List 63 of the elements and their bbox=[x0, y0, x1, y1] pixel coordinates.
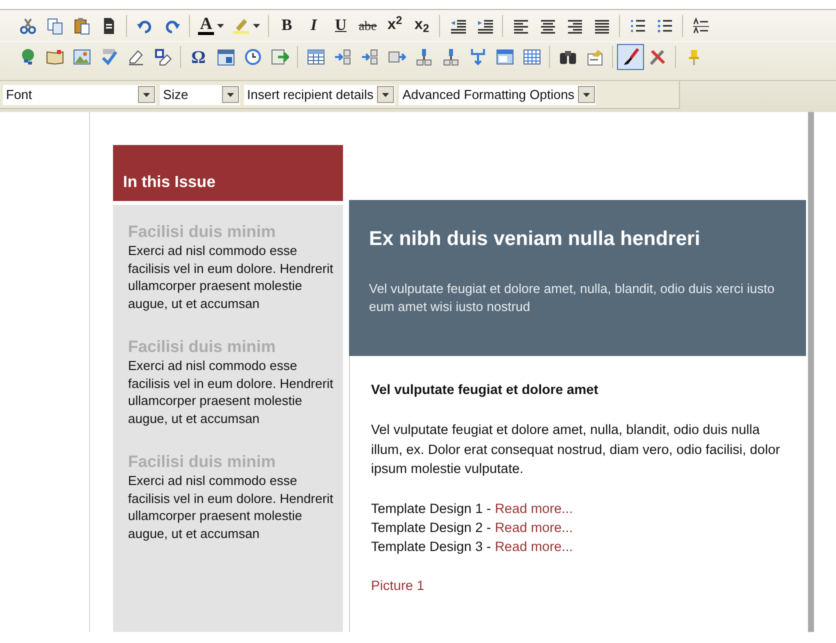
toolbar-button[interactable]: I bbox=[300, 12, 328, 38]
read-more-link[interactable]: Read more... bbox=[494, 500, 573, 516]
article-paragraph: Vel vulputate feugiat et dolore amet, nulla, blandit, odio duis nulla illum, ex. Dolor erat consequat nostrud, diam vero, odio facilisi, dolor ipsum molestie vulputate. bbox=[371, 421, 781, 478]
sidebar-header: In this Issue bbox=[113, 145, 343, 201]
banner-text: Vel vulputate feugiat et dolore amet, nulla, blandit, odio duis xerci iusto eum amet wisi iusto nostrud bbox=[369, 280, 776, 316]
item-summary: Exerci ad nisl commodo esse facilisis vel in eum dolore. Hendrerit ullamcorper praesent molestie augue, ut et accumsan bbox=[128, 357, 334, 427]
spellcheck-icon bbox=[100, 48, 118, 66]
table-icon bbox=[306, 48, 324, 66]
binoculars-icon bbox=[558, 48, 576, 66]
insert-column-icon bbox=[360, 48, 378, 66]
dropdown-button[interactable] bbox=[377, 86, 394, 103]
clipboard-icon bbox=[72, 16, 90, 34]
template-link-line: Template Design 2 - Read more... bbox=[371, 518, 573, 537]
merge-cell-icon bbox=[468, 48, 486, 66]
image-icon bbox=[72, 48, 90, 66]
copy-icon bbox=[46, 16, 64, 34]
caret-icon bbox=[253, 24, 260, 28]
table-properties-icon bbox=[496, 48, 514, 66]
toolbar-button[interactable]: abe bbox=[354, 12, 382, 38]
eraser-icon bbox=[126, 48, 144, 66]
caret-icon bbox=[227, 92, 234, 96]
caret-icon bbox=[583, 92, 590, 96]
read-more-link[interactable]: Read more... bbox=[494, 520, 573, 535]
scissors-icon bbox=[18, 16, 36, 34]
toolbar-button[interactable]: B bbox=[273, 12, 300, 38]
caret-icon bbox=[217, 24, 224, 28]
clock-icon bbox=[244, 48, 262, 66]
article-heading: Vel vulputate feugiat et dolore amet bbox=[371, 381, 600, 399]
media-icon bbox=[270, 48, 288, 66]
brush-icon bbox=[622, 48, 640, 66]
caret-icon bbox=[143, 92, 150, 96]
caret-icon bbox=[382, 92, 390, 96]
dropdown-field[interactable]: Size bbox=[160, 84, 240, 104]
insert-column-icon bbox=[334, 48, 352, 66]
styles-icon bbox=[692, 16, 710, 34]
template-link-line: Template Design 3 - Read more... bbox=[371, 538, 573, 556]
dropdown-field[interactable]: Advanced Formatting Options bbox=[399, 84, 596, 104]
toolbar-button[interactable]: U bbox=[327, 12, 354, 38]
dropdown-button[interactable] bbox=[578, 86, 596, 103]
toolbar-button[interactable]: x$^{2}$ bbox=[381, 12, 408, 38]
toolbar-button[interactable]: Ω bbox=[185, 44, 212, 70]
toolbar-button[interactable] bbox=[617, 44, 644, 70]
toolbar-button[interactable]: A bbox=[194, 12, 228, 38]
calendar-icon bbox=[216, 48, 234, 66]
bullet-list-icon bbox=[656, 16, 674, 34]
split-cell-icon bbox=[414, 48, 432, 66]
book-icon bbox=[46, 48, 64, 66]
banner-title: Ex nibh duis veniam nulla hendreri bbox=[369, 227, 702, 252]
paste-word-icon bbox=[154, 48, 172, 66]
read-more-link[interactable]: Read more... bbox=[494, 538, 573, 554]
cell-properties-icon bbox=[522, 48, 540, 66]
picture-caption[interactable]: Picture 1 bbox=[371, 576, 785, 596]
dropdown-field[interactable]: Font bbox=[3, 84, 156, 104]
split-cell-icon bbox=[442, 48, 460, 66]
template-link-line: Template Design 1 - Read more... bbox=[371, 500, 573, 518]
dropdown-button[interactable] bbox=[222, 86, 239, 103]
template-icon bbox=[586, 48, 604, 66]
item-summary: Exerci ad nisl commodo esse facilisis vel in eum dolore. Hendrerit ullamcorper praesent molestie augue, ut et accumsan bbox=[128, 472, 334, 542]
dropdown-field[interactable]: Insert recipient details bbox=[244, 84, 396, 104]
highlighter-icon bbox=[232, 16, 250, 34]
dropdown-button[interactable] bbox=[138, 86, 155, 103]
toolbar-button[interactable]: x$_{2}$ bbox=[408, 12, 436, 38]
item-summary: Exerci ad nisl commodo esse facilisis vel in eum dolore. Hendrerit ullamcorper praesent molestie augue, ut et accumsan bbox=[128, 242, 334, 312]
